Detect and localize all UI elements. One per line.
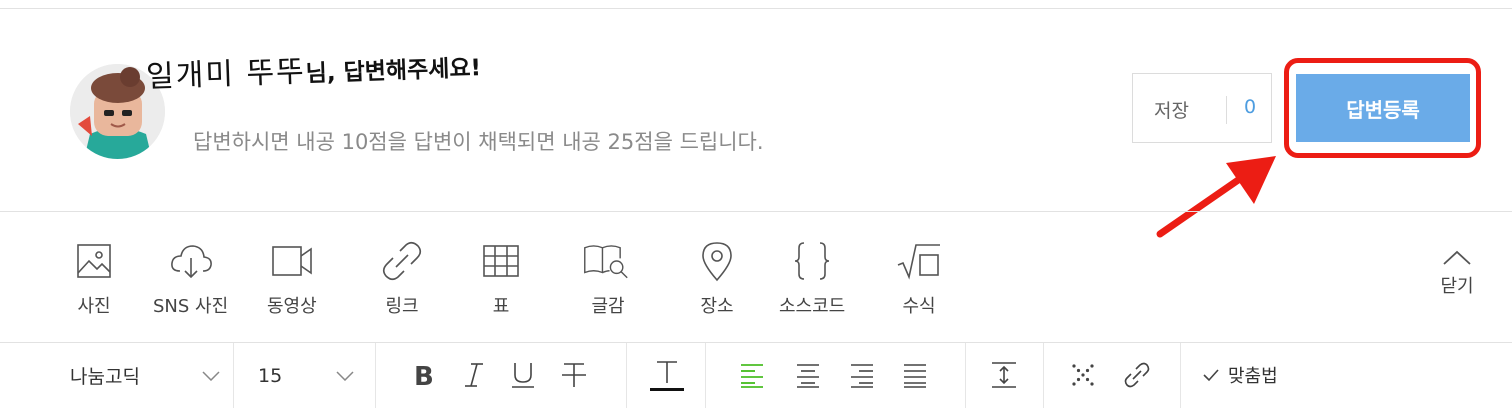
book-search-icon bbox=[583, 238, 629, 284]
insert-table-button[interactable]: 표 bbox=[478, 238, 524, 318]
line-height-button[interactable] bbox=[986, 357, 1022, 393]
save-button[interactable]: 저장 bbox=[1154, 96, 1189, 123]
cloud-download-icon bbox=[168, 238, 214, 284]
insert-photo-label: 사진 bbox=[77, 296, 111, 317]
insert-video-label: 동영상 bbox=[267, 296, 317, 317]
insert-link-label: 링크 bbox=[385, 296, 419, 317]
close-toolbar-label: 닫기 bbox=[1440, 276, 1474, 297]
nickname-greeting: 일개미 뚜뚜님, 답변해주세요! bbox=[145, 40, 482, 96]
checkmark-icon bbox=[1203, 369, 1219, 382]
underline-icon bbox=[512, 363, 534, 388]
toolbar-separator bbox=[375, 343, 376, 408]
font-size-value: 15 bbox=[258, 364, 283, 387]
align-justify-button[interactable] bbox=[897, 357, 933, 393]
map-pin-icon bbox=[694, 238, 740, 284]
insert-place-button[interactable]: 장소 bbox=[694, 238, 740, 318]
highlight-box bbox=[1284, 58, 1481, 158]
italic-button[interactable] bbox=[456, 357, 492, 393]
nickname: 일개미 뚜뚜 bbox=[145, 54, 307, 95]
save-divider bbox=[1226, 96, 1227, 124]
insert-place-label: 장소 bbox=[700, 296, 734, 317]
insert-video-button[interactable]: 동영상 bbox=[267, 238, 317, 318]
curly-braces-icon bbox=[789, 238, 835, 284]
align-right-icon bbox=[851, 364, 873, 388]
toolbar-separator bbox=[965, 343, 966, 408]
insert-material-label: 글감 bbox=[591, 296, 625, 317]
align-left-button[interactable] bbox=[734, 357, 770, 393]
top-divider bbox=[0, 8, 1512, 9]
insert-material-button[interactable]: 글감 bbox=[583, 238, 629, 318]
insert-link-button[interactable]: 링크 bbox=[379, 238, 425, 318]
align-left-icon bbox=[741, 364, 763, 388]
chevron-up-icon bbox=[1443, 250, 1471, 265]
chevron-down-icon bbox=[336, 370, 354, 381]
toolbar-separator bbox=[233, 343, 234, 408]
strikethrough-icon bbox=[562, 363, 586, 387]
close-toolbar-button[interactable]: 닫기 bbox=[1430, 250, 1484, 298]
insert-formula-label: 수식 bbox=[902, 296, 936, 317]
text-color-button[interactable] bbox=[648, 357, 686, 393]
font-family-select[interactable]: 나눔고딕 bbox=[70, 343, 220, 408]
align-justify-icon bbox=[904, 364, 926, 388]
insert-source-code-button[interactable]: 소스코드 bbox=[779, 238, 845, 318]
save-box: 저장 0 bbox=[1132, 73, 1272, 143]
align-right-button[interactable] bbox=[844, 357, 880, 393]
greeting-suffix: 님, 답변해주세요! bbox=[305, 55, 482, 88]
header-divider bbox=[0, 211, 1512, 212]
align-center-icon bbox=[797, 364, 819, 388]
special-characters-button[interactable] bbox=[1065, 357, 1101, 393]
italic-icon bbox=[465, 363, 483, 387]
font-size-select[interactable]: 15 bbox=[258, 343, 354, 408]
chevron-down-icon bbox=[202, 370, 220, 381]
text-color-icon bbox=[650, 361, 684, 391]
underline-button[interactable] bbox=[505, 357, 541, 393]
strikethrough-button[interactable] bbox=[556, 357, 592, 393]
reward-info: 답변하시면 내공 10점을 답변이 채택되면 내공 25점을 드립니다. bbox=[193, 130, 764, 154]
font-family-value: 나눔고딕 bbox=[70, 366, 140, 388]
bold-icon: B bbox=[414, 362, 434, 388]
insert-formula-button[interactable]: 수식 bbox=[896, 238, 942, 318]
link-icon bbox=[379, 238, 425, 284]
insert-photo-button[interactable]: 사진 bbox=[71, 238, 117, 318]
special-characters-icon bbox=[1072, 364, 1094, 386]
insert-source-code-label: 소스코드 bbox=[779, 296, 846, 317]
link-icon bbox=[1124, 362, 1150, 388]
table-icon bbox=[478, 238, 524, 284]
toolbar-separator bbox=[705, 343, 706, 408]
svg-text:B: B bbox=[414, 362, 434, 388]
pointer-arrow-icon bbox=[1156, 156, 1276, 238]
saved-draft-count[interactable]: 0 bbox=[1244, 96, 1256, 118]
hyperlink-button[interactable] bbox=[1119, 357, 1155, 393]
toolbar-separator bbox=[1180, 343, 1181, 408]
insert-sns-photo-button[interactable]: SNS 사진 bbox=[153, 238, 228, 318]
align-center-button[interactable] bbox=[790, 357, 826, 393]
insert-sns-photo-label: SNS 사진 bbox=[153, 296, 229, 317]
spellcheck-label: 맞춤법 bbox=[1228, 366, 1278, 387]
spellcheck-button[interactable]: 맞춤법 bbox=[1202, 362, 1278, 388]
square-root-icon bbox=[896, 238, 942, 284]
bold-button[interactable]: B bbox=[406, 357, 442, 393]
toolbar-divider bbox=[0, 342, 1512, 343]
toolbar-separator bbox=[626, 343, 627, 408]
image-icon bbox=[71, 238, 117, 284]
toolbar-separator bbox=[1043, 343, 1044, 408]
insert-table-label: 표 bbox=[492, 296, 510, 317]
video-camera-icon bbox=[269, 238, 315, 284]
line-height-icon bbox=[992, 362, 1016, 388]
